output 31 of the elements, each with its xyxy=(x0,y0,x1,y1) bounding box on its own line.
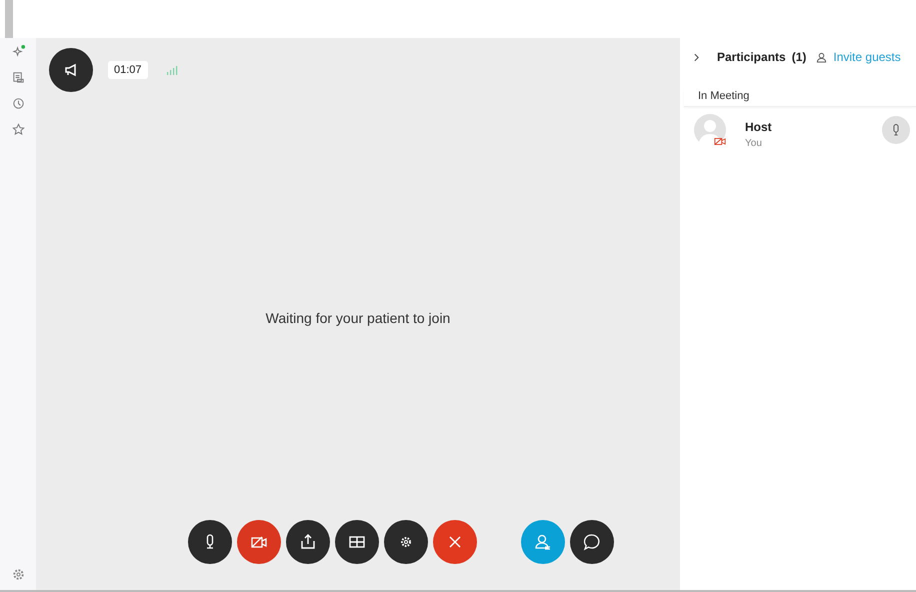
sparkle-icon[interactable] xyxy=(10,44,26,59)
participant-count: (1) xyxy=(792,50,806,64)
participant-role: You xyxy=(745,138,763,149)
star-icon[interactable] xyxy=(10,122,26,137)
layout-button[interactable] xyxy=(335,520,379,564)
document-icon[interactable] xyxy=(10,70,26,85)
chat-button[interactable] xyxy=(570,520,614,564)
invite-guests-link[interactable]: Invite guests xyxy=(833,50,901,64)
mic-button[interactable] xyxy=(882,116,910,144)
clock-icon[interactable] xyxy=(10,96,26,111)
section-header: In Meeting xyxy=(684,90,916,107)
avatar xyxy=(694,114,726,146)
speech-bubble-icon xyxy=(582,532,602,552)
leave-button[interactable] xyxy=(433,520,477,564)
microphone-icon xyxy=(891,123,901,137)
person-icon[interactable] xyxy=(816,52,828,62)
mic-button[interactable] xyxy=(188,520,232,564)
signal-icon xyxy=(166,65,180,75)
megaphone-button[interactable] xyxy=(49,48,93,92)
scrollbar-thumb[interactable] xyxy=(5,0,13,38)
person-icon xyxy=(533,532,553,552)
chevron-icon[interactable] xyxy=(694,52,699,62)
settings-button[interactable] xyxy=(384,520,428,564)
meeting-timer: 01:07 xyxy=(108,61,148,79)
participant-name: Host xyxy=(745,120,772,134)
settings-icon[interactable] xyxy=(10,567,26,582)
share-button[interactable] xyxy=(286,520,330,564)
waiting-message: Waiting for your patient to join xyxy=(266,310,450,326)
panel-title: Participants xyxy=(717,50,786,64)
video-button[interactable] xyxy=(237,520,281,564)
participants-button[interactable] xyxy=(521,520,565,564)
